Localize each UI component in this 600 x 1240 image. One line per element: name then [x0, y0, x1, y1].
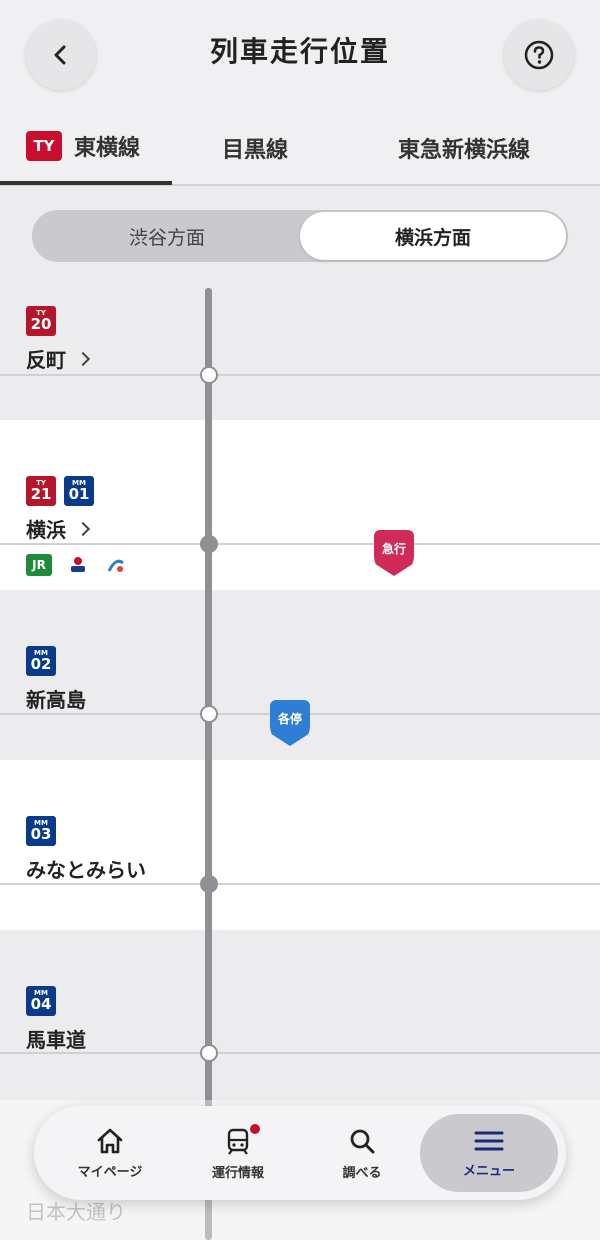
tab-label: 東急新横浜線 — [398, 138, 531, 163]
station-code-badge: TY 20 — [26, 306, 56, 336]
nav-mypage[interactable]: マイページ — [48, 1106, 172, 1200]
station-node — [200, 535, 218, 553]
station-bashamichi[interactable]: MM 04 馬車道 — [26, 986, 86, 1053]
station-name: 横浜 — [26, 518, 66, 542]
station-name: 馬車道 — [26, 1028, 86, 1052]
station-tammachi[interactable]: TY 20 反町 — [26, 306, 91, 373]
nav-label: 運行情報 — [211, 1165, 264, 1181]
station-node — [200, 875, 218, 893]
help-icon — [524, 40, 554, 70]
station-node — [200, 1044, 218, 1062]
station-line — [0, 1052, 600, 1054]
chevron-right-icon — [75, 521, 91, 536]
home-icon — [97, 1128, 123, 1153]
chevron-right-icon — [75, 351, 91, 366]
notification-dot — [250, 1124, 260, 1134]
help-button[interactable] — [504, 20, 574, 90]
station-code-badge: MM 04 — [26, 986, 56, 1016]
header: 列車走行位置 — [0, 0, 600, 110]
tab-shinyokohama[interactable]: 東急新横浜線 — [398, 110, 530, 186]
nav-label: マイページ — [77, 1164, 143, 1180]
nav-service-info[interactable]: 運行情報 — [176, 1106, 300, 1200]
bottom-nav: マイページ 運行情報 調べる メニュー — [34, 1106, 566, 1200]
jr-logo-icon: JR — [26, 554, 52, 576]
transfer-operators: JR — [26, 554, 128, 576]
segment-band — [0, 930, 600, 1100]
line-tabs: TY 東横線 目黒線 東急新横浜線 — [0, 110, 600, 186]
station-line — [0, 883, 600, 885]
subway-logo-icon — [104, 554, 128, 576]
nav-label: メニュー — [462, 1163, 515, 1179]
direction-shibuya[interactable]: 渋谷方面 — [34, 212, 300, 260]
nav-menu[interactable]: メニュー — [420, 1114, 558, 1192]
station-line — [0, 543, 600, 545]
train-icon — [227, 1128, 249, 1155]
direction-bar: 渋谷方面 横浜方面 — [0, 186, 600, 288]
station-shintakashima[interactable]: MM 02 新高島 — [26, 646, 86, 713]
station-code-badge: MM 01 — [64, 476, 94, 506]
station-name: 反町 — [26, 348, 66, 372]
tab-label: 目黒線 — [222, 138, 289, 163]
station-minatomirai[interactable]: MM 03 みなとみらい — [26, 816, 146, 883]
nav-search[interactable]: 調べる — [300, 1106, 424, 1200]
station-name: 新高島 — [26, 688, 86, 712]
station-node — [200, 366, 218, 384]
menu-icon — [474, 1131, 504, 1150]
station-code-badge: TY 21 — [26, 476, 56, 506]
station-code-badge: MM 03 — [26, 816, 56, 846]
station-code-badge: MM 02 — [26, 646, 56, 676]
direction-yokohama[interactable]: 横浜方面 — [300, 212, 566, 260]
station-name: みなとみらい — [26, 858, 146, 882]
search-icon — [350, 1129, 375, 1153]
tab-meguro[interactable]: 目黒線 — [222, 110, 288, 186]
tab-label: 東横線 — [74, 135, 141, 161]
nav-label: 調べる — [342, 1165, 382, 1181]
station-line — [0, 374, 600, 376]
track-line — [205, 288, 212, 1240]
station-node — [200, 705, 218, 723]
station-yokohama[interactable]: TY 21 MM 01 横浜 — [26, 476, 94, 543]
sotetsu-logo-icon — [66, 554, 90, 576]
segment-band — [0, 288, 600, 420]
direction-toggle: 渋谷方面 横浜方面 — [32, 210, 568, 262]
tab-toyoko[interactable]: TY 東横線 — [0, 110, 172, 185]
ty-line-badge: TY — [26, 130, 62, 161]
